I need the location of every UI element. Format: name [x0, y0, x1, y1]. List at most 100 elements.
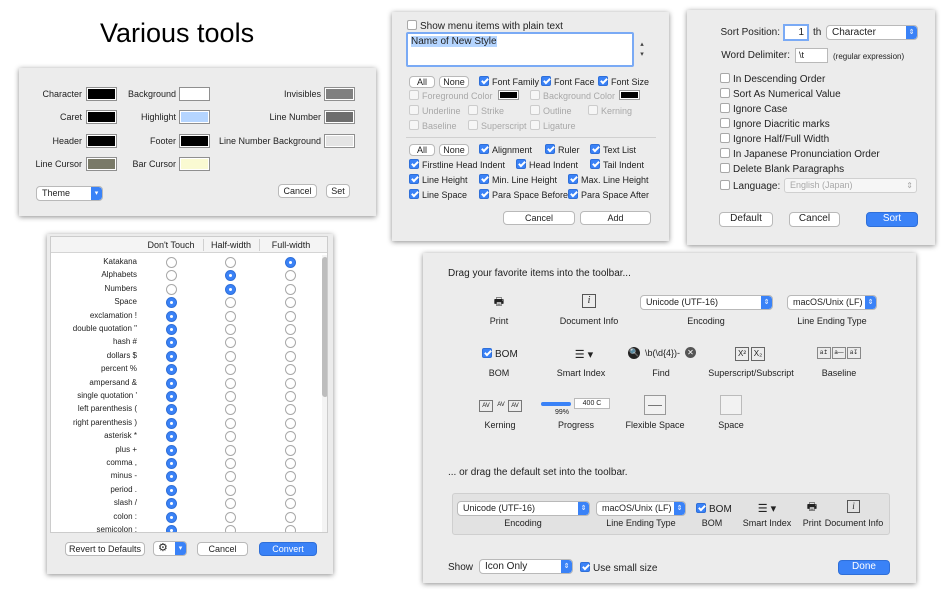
width-option-radio[interactable] [225, 257, 236, 268]
font-family-option[interactable]: Font Family [479, 76, 539, 88]
foreground-color-swatch[interactable] [498, 90, 519, 100]
style-name-field[interactable]: Name of New Style [406, 32, 634, 67]
ignore-width-checkbox[interactable] [720, 133, 730, 143]
width-option-radio[interactable] [285, 417, 296, 429]
clear-icon[interactable]: ✕ [685, 347, 696, 358]
width-option-radio[interactable] [166, 444, 177, 456]
background-color-swatch[interactable] [619, 90, 640, 100]
font-face-checkbox[interactable] [541, 76, 551, 86]
width-option-radio[interactable] [285, 283, 296, 295]
delete-blank-option[interactable]: Delete Blank Paragraphs [720, 163, 844, 176]
highlight-color-well[interactable] [179, 110, 210, 124]
scrollbar-thumb[interactable] [322, 257, 327, 397]
width-option-radio[interactable] [225, 525, 236, 532]
theme-select[interactable]: Theme ▾ [36, 186, 103, 201]
sort-button[interactable]: Sort [866, 212, 918, 227]
width-option-radio[interactable] [225, 270, 236, 282]
font-size-option[interactable]: Font Size [598, 76, 649, 88]
tail-indent-checkbox[interactable] [590, 159, 600, 169]
width-option-radio[interactable] [225, 511, 236, 523]
default-print-icon[interactable]: 🖶 [803, 499, 821, 515]
language-select[interactable]: English (Japan) ⇕ [784, 178, 917, 193]
width-option-radio[interactable] [225, 444, 236, 456]
font-all-button[interactable]: All [409, 76, 435, 88]
width-option-radio[interactable] [166, 391, 177, 402]
header-color-well[interactable] [86, 134, 117, 148]
max-line-height-checkbox[interactable] [568, 174, 578, 184]
space-icon[interactable] [720, 395, 742, 415]
width-option-radio[interactable] [225, 364, 236, 376]
width-option-radio[interactable] [166, 377, 177, 389]
width-option-radio[interactable] [285, 471, 296, 483]
default-info-icon[interactable]: i [847, 500, 860, 513]
width-option-radio[interactable] [285, 270, 296, 282]
width-option-radio[interactable] [166, 337, 177, 349]
baseline-reset-icon[interactable]: a— [832, 347, 846, 359]
theme-set-button[interactable]: Set [326, 184, 350, 198]
width-option-radio[interactable] [285, 404, 296, 416]
width-option-radio[interactable] [225, 377, 236, 389]
line-number-color-well[interactable] [324, 110, 355, 124]
sort-default-button[interactable]: Default [719, 212, 773, 227]
width-option-radio[interactable] [225, 471, 236, 483]
para-space-before-option[interactable]: Para Space Before [479, 189, 568, 201]
width-option-radio[interactable] [285, 431, 296, 443]
plain-text-checkbox[interactable] [407, 20, 417, 30]
line-height-option[interactable]: Line Height [409, 174, 468, 186]
ignore-case-option[interactable]: Ignore Case [720, 103, 787, 116]
foreground-color-option[interactable]: Foreground Color [409, 90, 493, 102]
font-none-button[interactable]: None [439, 76, 469, 88]
alignment-checkbox[interactable] [479, 144, 489, 154]
background-color-checkbox[interactable] [530, 90, 540, 100]
show-select[interactable]: Icon Only ⇕ [479, 559, 573, 574]
width-option-radio[interactable] [285, 337, 296, 349]
head-indent-option[interactable]: Head Indent [516, 159, 578, 171]
style-add-button[interactable]: Add [580, 211, 651, 225]
width-option-radio[interactable] [166, 431, 177, 443]
col-full-width[interactable]: Full-width [263, 239, 319, 251]
line-space-option[interactable]: Line Space [409, 189, 467, 201]
smart-index-icon[interactable]: ☰ ▾ [571, 347, 597, 363]
language-checkbox[interactable] [720, 180, 730, 190]
bar-cursor-color-well[interactable] [179, 157, 210, 171]
width-option-radio[interactable] [285, 444, 296, 456]
width-option-radio[interactable] [166, 417, 177, 429]
width-option-radio[interactable] [225, 310, 236, 322]
superscript-icon[interactable]: X² [735, 347, 749, 361]
width-option-radio[interactable] [285, 364, 296, 376]
default-line-ending-select[interactable]: macOS/Unix (LF) ⇕ [596, 501, 686, 516]
ligature-option[interactable]: Ligature [530, 120, 576, 132]
para-none-button[interactable]: None [439, 144, 469, 156]
width-option-radio[interactable] [225, 324, 236, 335]
width-option-radio[interactable] [166, 471, 177, 483]
language-option[interactable]: Language: [720, 180, 780, 193]
width-option-radio[interactable] [285, 350, 296, 362]
baseline-down-icon[interactable]: a↧ [847, 347, 861, 359]
outline-option[interactable]: Outline [530, 105, 572, 117]
width-option-radio[interactable] [225, 350, 236, 362]
baseline-checkbox[interactable] [409, 120, 419, 130]
convert-button[interactable]: Convert [259, 542, 317, 556]
japanese-order-checkbox[interactable] [720, 148, 730, 158]
print-icon[interactable]: 🖶 [489, 294, 509, 310]
width-option-radio[interactable] [285, 511, 296, 523]
subscript-icon[interactable]: X₂ [751, 347, 765, 361]
small-size-option[interactable]: Use small size [580, 562, 657, 575]
line-height-checkbox[interactable] [409, 174, 419, 184]
para-all-button[interactable]: All [409, 144, 435, 156]
underline-option[interactable]: Underline [409, 105, 461, 117]
ligature-checkbox[interactable] [530, 120, 540, 130]
width-option-radio[interactable] [285, 257, 296, 268]
kerning-loosen-icon[interactable]: AV [508, 400, 522, 412]
head-indent-checkbox[interactable] [516, 159, 526, 169]
width-option-radio[interactable] [166, 498, 177, 510]
width-option-radio[interactable] [166, 364, 177, 376]
ignore-diacritic-checkbox[interactable] [720, 118, 730, 128]
width-cancel-button[interactable]: Cancel [197, 542, 248, 556]
descending-option[interactable]: In Descending Order [720, 73, 825, 86]
width-option-radio[interactable] [166, 257, 177, 268]
col-half-width[interactable]: Half-width [203, 239, 259, 251]
kerning-checkbox[interactable] [588, 105, 598, 115]
width-option-radio[interactable] [285, 458, 296, 469]
font-face-option[interactable]: Font Face [541, 76, 595, 88]
